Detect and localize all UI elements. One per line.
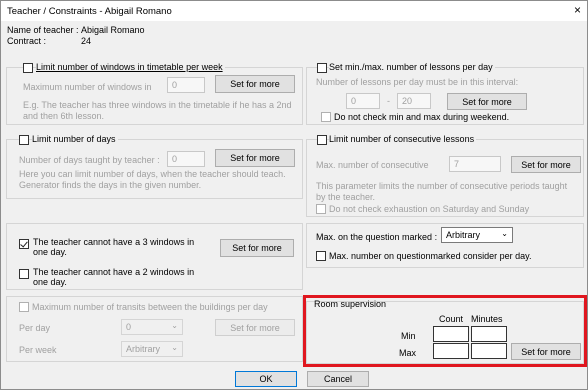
days-checkbox[interactable] <box>19 135 29 145</box>
lessons-per-day-checkbox[interactable] <box>317 63 327 73</box>
windows-per-week-checkbox[interactable] <box>23 63 33 73</box>
consecutive-checkbox[interactable] <box>317 135 327 145</box>
contract-label: Contract : <box>7 36 47 46</box>
consecutive-max-input[interactable]: 7 <box>449 156 501 172</box>
max-windows-label: Maximum number of windows in <box>23 82 152 92</box>
count-header: Count <box>439 314 464 324</box>
three-windows-label: The teacher cannot have a 3 windows in o… <box>33 237 195 257</box>
max-minutes-input[interactable] <box>471 343 507 359</box>
question-marked-select[interactable]: Arbitrary ⌄ <box>441 227 513 243</box>
transits-set-for-more-button[interactable]: Set for more <box>215 319 295 336</box>
days-hint: Here you can limit number of days, when … <box>19 169 286 190</box>
chevron-down-icon: ⌄ <box>171 343 178 352</box>
max-label: Max <box>399 348 417 358</box>
lessons-weekend-checkbox[interactable] <box>321 112 331 122</box>
days-taught-input[interactable]: 0 <box>167 151 205 167</box>
lessons-max-input[interactable]: 20 <box>397 93 431 109</box>
windows-hint: E.g. The teacher has three windows in th… <box>23 100 292 121</box>
max-count-input[interactable] <box>433 343 469 359</box>
consecutive-weekend-checkbox[interactable] <box>316 204 326 214</box>
teacher-name-label: Name of teacher : <box>7 25 79 35</box>
lessons-per-day-label: Set min./max. number of lessons per day <box>329 62 495 72</box>
transits-per-day-label: Per day <box>19 323 51 333</box>
three-windows-checkbox[interactable] <box>19 239 29 249</box>
chevron-down-icon: ⌄ <box>501 229 508 238</box>
lessons-interval-label: Number of lessons per day must be in thi… <box>316 77 519 87</box>
transits-per-week-select[interactable]: Arbitrary ⌄ <box>121 341 183 357</box>
transits-per-day-value: 0 <box>126 322 132 332</box>
transits-per-day-select[interactable]: 0 ⌄ <box>121 319 183 335</box>
window-title: Teacher / Constraints - Abigail Romano <box>7 5 172 17</box>
max-windows-input[interactable]: 0 <box>167 77 205 93</box>
days-set-for-more-button[interactable]: Set for more <box>215 149 295 167</box>
windows-per-week-label: Limit number of windows in timetable per… <box>36 62 225 72</box>
lessons-set-for-more-button[interactable]: Set for more <box>447 93 527 110</box>
ok-button[interactable]: OK <box>235 371 297 387</box>
transits-per-week-value: Arbitrary <box>126 344 161 354</box>
constraints-dialog: Teacher / Constraints - Abigail Romano ×… <box>0 0 588 390</box>
cancel-button[interactable]: Cancel <box>307 371 369 387</box>
question-per-day-checkbox[interactable] <box>316 251 326 261</box>
room-supervision-title: Room supervision <box>314 299 387 309</box>
consecutive-set-for-more-button[interactable]: Set for more <box>511 156 581 173</box>
lessons-weekend-label: Do not check min and max during weekend. <box>334 112 510 122</box>
transits-per-week-label: Per week <box>19 345 57 355</box>
room-set-for-more-button[interactable]: Set for more <box>511 343 581 360</box>
two-windows-label: The teacher cannot have a 2 windows in o… <box>33 267 195 287</box>
days-label: Limit number of days <box>32 134 118 144</box>
min-minutes-input[interactable] <box>471 326 507 342</box>
consecutive-hint: This parameter limits the number of cons… <box>316 181 568 202</box>
chevron-down-icon: ⌄ <box>171 321 178 330</box>
windows-day-set-for-more-button[interactable]: Set for more <box>220 239 294 257</box>
teacher-name-value: Abigail Romano <box>81 25 145 35</box>
consecutive-weekend-label: Do not check exhaustion on Saturday and … <box>329 204 530 214</box>
transits-label: Maximum number of transits between the b… <box>32 302 268 312</box>
minutes-header: Minutes <box>471 314 503 324</box>
question-marked-select-value: Arbitrary <box>446 230 481 240</box>
days-taught-label: Number of days taught by teacher : <box>19 155 160 165</box>
consecutive-label: Limit number of consecutive lessons <box>329 134 477 144</box>
lessons-dash: - <box>387 96 390 106</box>
question-marked-label: Max. on the question marked : <box>316 232 438 242</box>
question-per-day-label: Max. number on questionmarked consider p… <box>329 251 532 261</box>
transits-checkbox[interactable] <box>19 302 29 312</box>
two-windows-checkbox[interactable] <box>19 269 29 279</box>
close-icon[interactable]: × <box>574 3 581 17</box>
lessons-min-input[interactable]: 0 <box>346 93 380 109</box>
windows-set-for-more-button[interactable]: Set for more <box>215 75 295 93</box>
consecutive-max-label: Max. number of consecutive <box>316 160 429 170</box>
min-count-input[interactable] <box>433 326 469 342</box>
title-bar: Teacher / Constraints - Abigail Romano × <box>1 1 587 21</box>
contract-value: 24 <box>81 36 92 46</box>
min-label: Min <box>401 331 416 341</box>
